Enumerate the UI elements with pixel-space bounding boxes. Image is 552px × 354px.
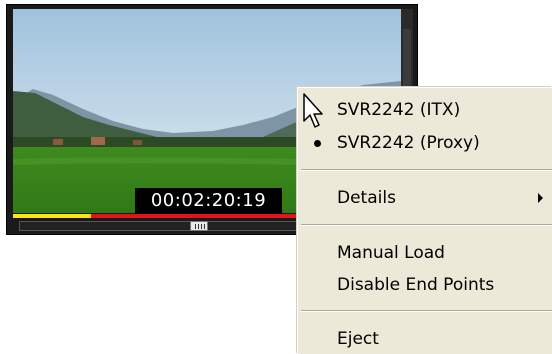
menu-item-svr2242-proxy[interactable]: SVR2242 (Proxy): [298, 127, 552, 159]
menu-item-details[interactable]: Details: [298, 182, 552, 214]
menu-item-label: Manual Load: [337, 243, 445, 263]
menu-separator: [301, 224, 552, 226]
menu-item-svr2242-itx[interactable]: SVR2242 (ITX): [298, 94, 552, 126]
menu-item-label: Eject: [337, 329, 379, 349]
menu-item-label: Disable End Points: [337, 275, 495, 295]
context-menu: SVR2242 (ITX) SVR2242 (Proxy) Details Ma…: [297, 87, 552, 354]
radio-bullet-icon: [314, 140, 321, 147]
menu-separator: [301, 169, 552, 171]
menu-item-eject[interactable]: Eject: [298, 323, 552, 354]
menu-item-disable-end-points[interactable]: Disable End Points: [298, 269, 552, 301]
menu-item-manual-load[interactable]: Manual Load: [298, 237, 552, 269]
menu-item-label: SVR2242 (ITX): [337, 100, 461, 120]
screen: 00:02:20:19 SVR2242 (ITX) SVR2242 (Proxy…: [0, 0, 552, 354]
playback-progress-played: [13, 214, 91, 218]
arrow-cursor-icon: [303, 93, 323, 128]
menu-item-label: Details: [337, 188, 396, 208]
menu-separator: [301, 310, 552, 312]
timecode-display: 00:02:20:19: [135, 188, 282, 214]
menu-item-label: SVR2242 (Proxy): [337, 133, 480, 153]
scrub-handle[interactable]: [190, 221, 208, 231]
submenu-arrow-icon: [538, 193, 543, 203]
